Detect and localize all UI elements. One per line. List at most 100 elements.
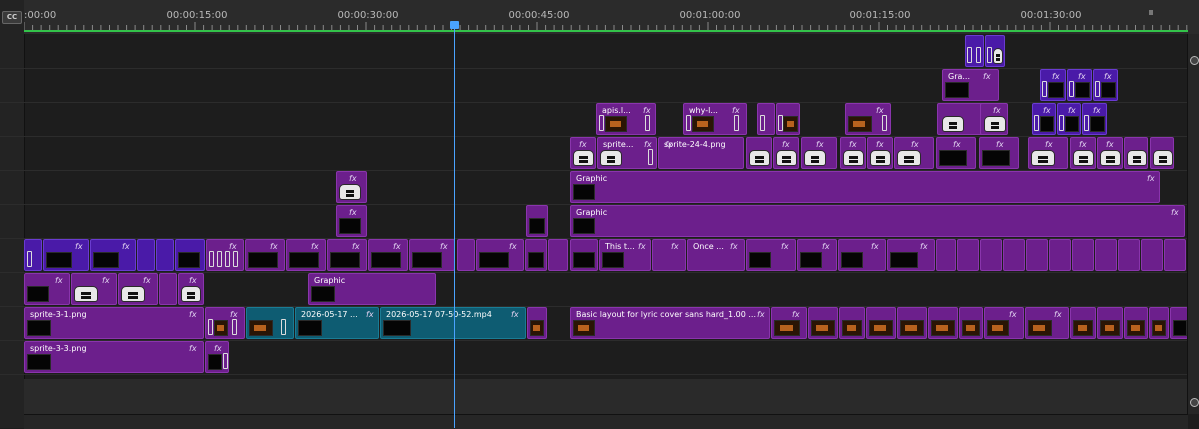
clip[interactable]: fx [773, 137, 799, 169]
clip[interactable]: fx [746, 239, 796, 271]
vertical-scrollbar[interactable] [1187, 34, 1199, 414]
clip[interactable]: fx [336, 171, 367, 203]
clip[interactable]: why-l... fx [683, 103, 747, 135]
clip[interactable] [1149, 307, 1169, 339]
playhead-line[interactable] [454, 22, 455, 428]
track-header[interactable] [0, 340, 24, 375]
clip[interactable]: fx [838, 239, 886, 271]
clip[interactable]: sprite-3-1.png fx [24, 307, 204, 339]
clip[interactable]: fx [887, 239, 935, 271]
track-v10[interactable] [24, 34, 1188, 69]
clip[interactable] [175, 239, 205, 271]
clip[interactable]: Graphic fx [570, 205, 1185, 237]
track-header[interactable] [0, 170, 24, 205]
clip[interactable]: fx [894, 137, 934, 169]
clip[interactable] [897, 307, 927, 339]
clip[interactable] [1072, 239, 1094, 271]
clip[interactable] [808, 307, 838, 339]
clip[interactable]: fx [801, 137, 837, 169]
track-v8[interactable]: apis.l... fx why-l... fx fx fx fx fx fx [24, 102, 1188, 137]
clip[interactable] [1170, 307, 1188, 339]
clip[interactable]: apis.l... fx [596, 103, 656, 135]
captions-icon[interactable]: CC [2, 11, 22, 24]
clip[interactable] [457, 239, 475, 271]
track-header[interactable] [0, 68, 24, 103]
clip[interactable]: fx [984, 307, 1024, 339]
clip[interactable]: fx [205, 307, 245, 339]
clip[interactable] [928, 307, 958, 339]
horizontal-scrollbar[interactable] [24, 414, 1188, 429]
empty-track-area[interactable] [24, 379, 1188, 414]
clip[interactable]: fx [1070, 137, 1096, 169]
clip[interactable]: fx [476, 239, 524, 271]
clip[interactable] [776, 103, 800, 135]
clip[interactable]: fx [71, 273, 117, 305]
clip[interactable]: fx [652, 239, 686, 271]
clip[interactable] [24, 239, 42, 271]
clip[interactable]: fx [867, 137, 893, 169]
clip[interactable] [1049, 239, 1071, 271]
clip[interactable] [1124, 307, 1148, 339]
clip[interactable] [980, 239, 1002, 271]
clip[interactable]: Basic layout for lyric cover sans hard_1… [570, 307, 770, 339]
clip[interactable] [866, 307, 896, 339]
clip[interactable]: fx [1057, 103, 1081, 135]
clip[interactable]: fx [178, 273, 204, 305]
track-header[interactable] [0, 102, 24, 137]
clip[interactable] [746, 137, 772, 169]
clip[interactable] [757, 103, 775, 135]
clip[interactable]: Gra... fx [942, 69, 999, 101]
track-header[interactable] [0, 34, 24, 69]
clip[interactable] [1141, 239, 1163, 271]
track-v9[interactable]: Gra... fx fx fx fx [24, 68, 1188, 103]
clip[interactable]: fx [43, 239, 89, 271]
clip[interactable]: fx [118, 273, 158, 305]
scroll-handle-bottom[interactable] [1190, 398, 1199, 407]
clip[interactable] [985, 35, 1005, 67]
clip[interactable] [527, 307, 547, 339]
track-header[interactable] [0, 204, 24, 239]
clip[interactable]: fx [1028, 137, 1068, 169]
clip[interactable]: fx [327, 239, 367, 271]
clip[interactable]: fx [1025, 307, 1069, 339]
clip[interactable] [1150, 137, 1174, 169]
clip[interactable]: fx [979, 137, 1019, 169]
clip[interactable]: fx [245, 239, 285, 271]
track-v7[interactable]: fx sprite... fx sprite-24-4.png fx fx fx f… [24, 136, 1188, 171]
clip[interactable] [1124, 137, 1148, 169]
clip[interactable] [1097, 307, 1123, 339]
clip[interactable] [159, 273, 177, 305]
clip[interactable] [959, 307, 983, 339]
clip[interactable] [525, 239, 547, 271]
track-v1[interactable]: sprite-3-3.png fx fx [24, 340, 1188, 375]
clip[interactable]: fx [1032, 103, 1056, 135]
track-v2[interactable]: sprite-3-1.png fx fx 2026-05-17 ... fx 202… [24, 306, 1188, 341]
clip[interactable]: 2026-05-17 07-50-52.mp4 fx [380, 307, 526, 339]
clip[interactable]: sprite-24-4.png fx [658, 137, 744, 169]
clip[interactable] [156, 239, 174, 271]
clip[interactable] [1118, 239, 1140, 271]
clip[interactable]: fx [90, 239, 136, 271]
clip[interactable] [548, 239, 568, 271]
clip[interactable]: fx [936, 137, 976, 169]
clip[interactable] [936, 239, 956, 271]
clip[interactable]: fx [771, 307, 807, 339]
clip[interactable] [246, 307, 294, 339]
track-v6[interactable]: fx Graphic fx [24, 170, 1188, 205]
track-header[interactable] [0, 238, 24, 273]
clip[interactable]: fx [409, 239, 455, 271]
track-header[interactable] [0, 306, 24, 341]
clip[interactable] [137, 239, 155, 271]
clip[interactable]: fx [1093, 69, 1118, 101]
clip[interactable]: Graphic [308, 273, 436, 305]
scroll-handle-top[interactable] [1190, 56, 1199, 65]
clip[interactable] [1003, 239, 1025, 271]
clip[interactable]: fx [24, 273, 70, 305]
track-v4[interactable]: fx fx fx fx fx fx fx fx fx This t... fx f… [24, 238, 1188, 273]
clip[interactable]: sprite-3-3.png fx [24, 341, 204, 373]
clip[interactable]: 2026-05-17 ... fx [295, 307, 379, 339]
clip[interactable]: sprite... fx [597, 137, 657, 169]
track-header[interactable] [0, 136, 24, 171]
clip[interactable]: fx [980, 103, 1008, 135]
clip[interactable]: fx [206, 239, 244, 271]
